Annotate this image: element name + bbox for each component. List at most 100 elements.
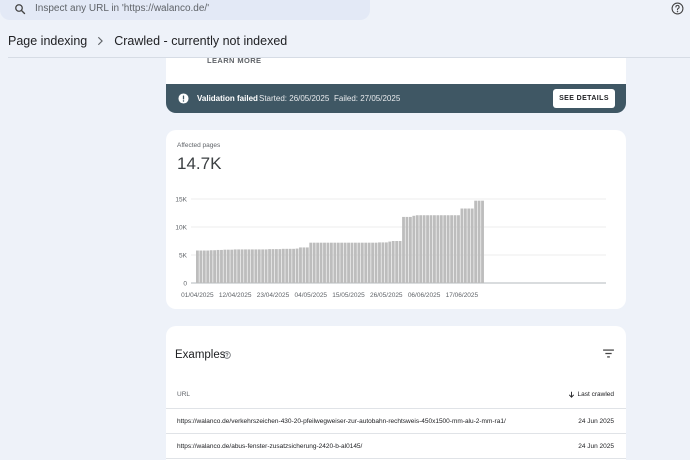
chart-bar xyxy=(391,241,395,283)
last-crawled-label: Last crawled xyxy=(577,391,615,398)
x-tick-label: 15/05/2025 xyxy=(332,292,365,299)
chart-bar xyxy=(470,208,474,283)
chart-bar xyxy=(388,241,392,283)
chart-bar xyxy=(347,242,350,283)
row-url: https://walanco.de/verkehrszeichen-430-2… xyxy=(177,418,506,425)
chart-bar xyxy=(405,216,409,283)
row-last-crawled: 24 Jun 2025 xyxy=(578,443,614,450)
chart-bar xyxy=(402,216,405,283)
chart-bar xyxy=(360,242,364,283)
chart-bar xyxy=(247,249,251,283)
alert-icon xyxy=(178,93,189,104)
chart-bar xyxy=(422,215,426,283)
chart-bar xyxy=(209,250,213,283)
learn-more-link[interactable]: LEARN MORE xyxy=(207,56,261,65)
chart-bar xyxy=(374,242,378,283)
chart-bar xyxy=(288,248,292,283)
chart-bar xyxy=(226,249,230,283)
x-tick-label: 01/04/2025 xyxy=(181,292,214,299)
y-tick-label: 10K xyxy=(175,225,187,232)
chevron-right-icon xyxy=(98,36,104,46)
chart-bar xyxy=(305,247,309,283)
chart-bar xyxy=(299,247,302,283)
filter-icon[interactable] xyxy=(603,349,614,358)
chart-bar xyxy=(278,249,282,283)
chart-bar xyxy=(257,249,261,283)
x-tick-label: 23/04/2025 xyxy=(257,292,290,299)
x-tick-label: 12/04/2025 xyxy=(219,292,252,299)
chart-bar xyxy=(223,249,227,283)
chart-bar xyxy=(378,242,381,283)
chart-bar xyxy=(316,242,320,283)
chart-bar xyxy=(264,249,268,283)
chart-bar xyxy=(367,242,371,283)
y-tick-label: 15K xyxy=(175,197,187,204)
chart-bar xyxy=(199,250,203,283)
chart-bar xyxy=(319,242,323,283)
chart-bar xyxy=(429,215,433,283)
chart-bar xyxy=(481,200,484,283)
validation-failed-date: Failed: 27/05/2025 xyxy=(334,94,401,103)
help-circle-icon[interactable] xyxy=(223,351,231,359)
chart-bar xyxy=(463,208,467,283)
chart-bar xyxy=(268,249,271,283)
x-tick-label: 17/06/2025 xyxy=(446,292,479,299)
chart-bar xyxy=(216,249,220,283)
help-icon[interactable] xyxy=(671,2,684,15)
chart-bar xyxy=(333,242,337,283)
chart-bar xyxy=(323,242,326,283)
chart-bar xyxy=(230,249,234,283)
affected-pages-chart: 0 5K 10K 15K 01/04/2025 12/04/2025 23/04/2025 0… xyxy=(175,197,606,299)
chart-bar xyxy=(240,249,244,283)
column-header-last-crawled[interactable]: Last crawled xyxy=(568,391,615,398)
chart-bar xyxy=(408,216,412,283)
chart-bar xyxy=(433,215,436,283)
chart-bar xyxy=(350,242,354,283)
x-tick-label: 06/06/2025 xyxy=(408,292,441,299)
chart-bar xyxy=(453,215,457,283)
chart-bar xyxy=(443,215,447,283)
details-card: LEARN MORE xyxy=(166,56,626,84)
chart-bar xyxy=(446,215,450,283)
chart-bar xyxy=(457,215,460,283)
chart-bar xyxy=(244,249,247,283)
chart-bar xyxy=(285,248,289,283)
chart-bar xyxy=(450,215,454,283)
chart-bar xyxy=(213,250,216,283)
chart-bar xyxy=(295,248,299,283)
validation-started: Started: 26/05/2025 xyxy=(259,94,330,103)
see-details-button[interactable]: SEE DETAILS xyxy=(553,89,615,108)
chart-bar xyxy=(326,242,330,283)
chart-bar xyxy=(436,215,440,283)
table-row[interactable]: https://walanco.de/abus-fenster-zusatzsi… xyxy=(166,434,626,458)
table-divider xyxy=(166,458,626,459)
chart-bar xyxy=(395,241,399,283)
column-header-url[interactable]: URL xyxy=(177,391,190,398)
chart-bar xyxy=(474,200,478,283)
chart-bar xyxy=(412,215,416,283)
chart-bar xyxy=(271,249,275,283)
search-bar[interactable] xyxy=(0,0,370,20)
affected-pages-card: Affected pages 14.7K 0 5K 10K 15K 01/04/2025… xyxy=(166,130,626,309)
search-input[interactable] xyxy=(35,3,355,14)
chart-bar xyxy=(460,208,464,283)
chart-bar xyxy=(340,242,344,283)
examples-card: Examples URL Last crawled https://walanc… xyxy=(166,326,626,460)
chart-bar xyxy=(281,248,285,283)
chart-bar xyxy=(384,242,388,283)
chart-bar xyxy=(312,242,316,283)
chart-bar xyxy=(292,248,296,283)
x-tick-label: 26/05/2025 xyxy=(370,292,403,299)
chart-bar xyxy=(302,247,306,283)
chart-bar xyxy=(364,242,368,283)
chart-bar xyxy=(254,249,258,283)
chart-bar xyxy=(467,208,471,283)
breadcrumb-page-indexing[interactable]: Page indexing xyxy=(8,34,87,48)
y-tick-label: 5K xyxy=(179,253,188,260)
x-tick-label: 04/05/2025 xyxy=(295,292,328,299)
table-row[interactable]: https://walanco.de/verkehrszeichen-430-2… xyxy=(166,409,626,433)
arrow-down-icon xyxy=(568,391,574,398)
validation-status-bar: Validation failed Started: 26/05/2025 Fa… xyxy=(166,84,626,113)
chart-bar xyxy=(336,242,340,283)
validation-status: Validation failed xyxy=(197,94,258,103)
